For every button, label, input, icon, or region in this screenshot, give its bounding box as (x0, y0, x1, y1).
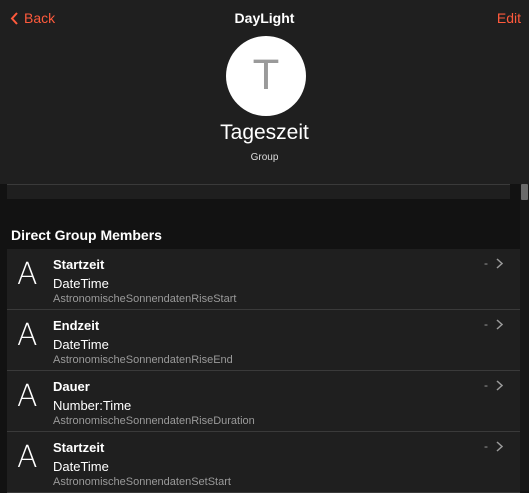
item-name: Tageszeit (220, 121, 309, 144)
scrollbar-thumb[interactable] (521, 184, 528, 200)
avatar: T (226, 36, 306, 116)
member-label: Endzeit (53, 318, 100, 333)
member-row[interactable]: A Startzeit DateTime AstronomischeSonnen… (7, 432, 520, 493)
member-type: DateTime (53, 337, 109, 352)
member-name: AstronomischeSonnendatenSetStart (53, 476, 231, 488)
member-type: Number:Time (53, 398, 132, 413)
nav-title: DayLight (234, 10, 295, 26)
chevron-right-icon (496, 258, 503, 269)
chevron-right-icon (496, 380, 503, 391)
chevron-right-icon (496, 319, 503, 330)
item-type: Group (250, 152, 279, 163)
member-label: Startzeit (53, 440, 105, 455)
member-state: - (484, 378, 488, 392)
member-state: - (484, 439, 488, 453)
member-type: DateTime (53, 459, 109, 474)
letter-a-icon: A (17, 440, 38, 475)
avatar-letter: T (253, 53, 279, 99)
member-state: - (484, 317, 488, 331)
members-list: A Startzeit DateTime AstronomischeSonnen… (7, 249, 520, 493)
scrollbar[interactable] (520, 184, 529, 491)
member-name: AstronomischeSonnendatenRiseDuration (53, 415, 255, 427)
member-type: DateTime (53, 276, 109, 291)
member-label: Startzeit (53, 257, 105, 272)
member-row[interactable]: A Endzeit DateTime AstronomischeSonnenda… (7, 310, 520, 371)
edit-button[interactable]: Edit (497, 10, 521, 26)
letter-a-icon: A (17, 379, 38, 414)
collapsed-card (7, 184, 510, 199)
section-title: Direct Group Members (11, 227, 162, 243)
letter-a-icon: A (17, 318, 38, 353)
member-state: - (484, 256, 488, 270)
page-header: Back DayLight Edit T Tageszeit Group (0, 0, 529, 184)
member-name: AstronomischeSonnendatenRiseEnd (53, 354, 233, 366)
member-row[interactable]: A Dauer Number:Time AstronomischeSonnend… (7, 371, 520, 432)
member-label: Dauer (53, 379, 90, 394)
chevron-right-icon (496, 441, 503, 452)
letter-a-icon: A (17, 257, 38, 292)
member-name: AstronomischeSonnendatenRiseStart (53, 293, 237, 305)
member-row[interactable]: A Startzeit DateTime AstronomischeSonnen… (7, 249, 520, 310)
